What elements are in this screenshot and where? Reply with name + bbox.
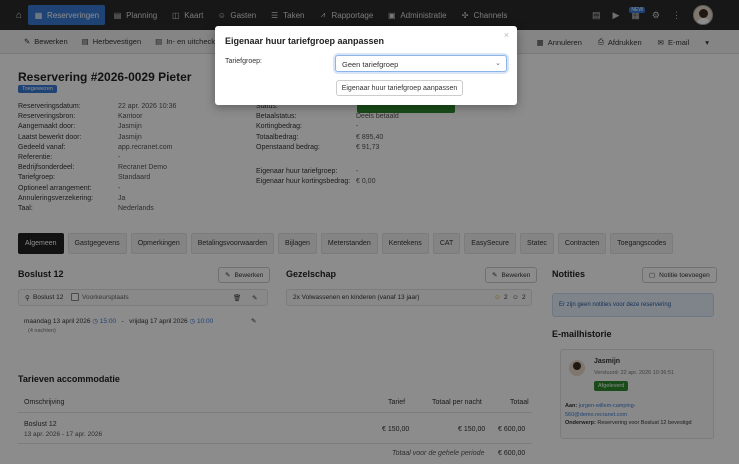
select-value: Geen tariefgroep bbox=[342, 60, 399, 69]
close-icon[interactable]: × bbox=[504, 30, 509, 40]
rate-group-label: Tariefgroep: bbox=[225, 58, 262, 65]
update-rate-group-button[interactable]: Eigenaar huur tariefgroep aanpassen bbox=[336, 80, 463, 96]
chevron-down-icon: ⌄ bbox=[495, 60, 501, 67]
modal-title: Eigenaar huur tariefgroep aanpassen bbox=[225, 36, 385, 46]
rate-group-select[interactable]: Geen tariefgroep ⌄ bbox=[335, 55, 507, 72]
owner-rate-group-modal: Eigenaar huur tariefgroep aanpassen × Ta… bbox=[215, 26, 517, 105]
